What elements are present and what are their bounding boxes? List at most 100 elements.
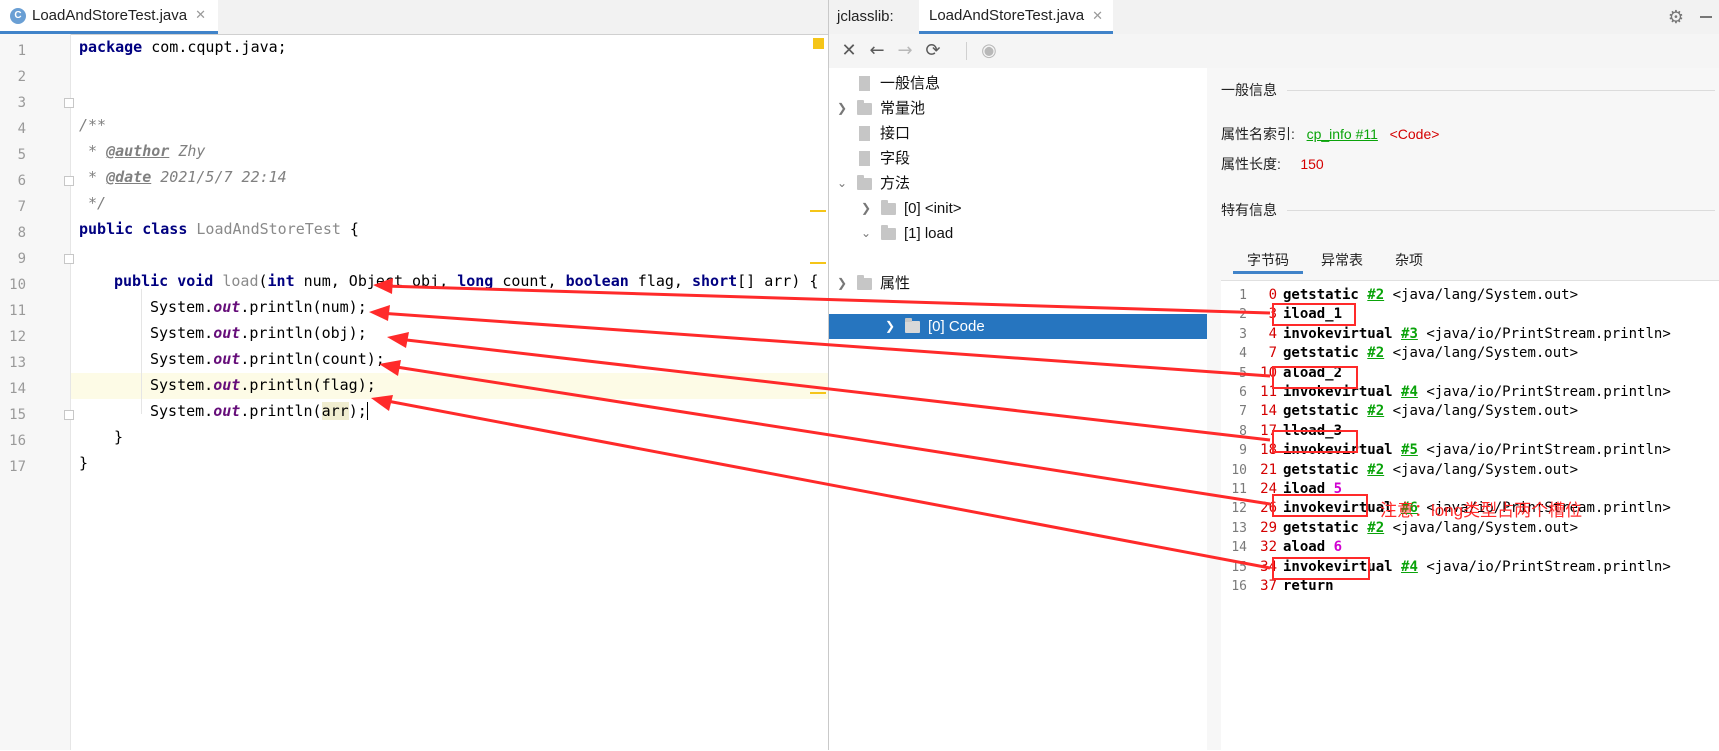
error-stripe-mark[interactable] <box>810 210 826 212</box>
attr-length-row: 属性长度: 150 <box>1221 156 1324 172</box>
document-icon <box>859 126 870 141</box>
java-class-icon: C <box>10 7 26 24</box>
line-number: 13 <box>9 355 26 371</box>
folder-icon <box>857 274 872 290</box>
line-number: 8 <box>17 225 26 241</box>
chevron-down-icon[interactable]: ⌄ <box>835 171 849 196</box>
fold-marker[interactable] <box>64 410 74 420</box>
constant-pool-ref-link[interactable]: #2 <box>1367 462 1384 478</box>
tree-item-general-info[interactable]: 一般信息 <box>835 71 940 96</box>
highlight-box-iload-5 <box>1272 494 1368 517</box>
jclasslib-tab-label: LoadAndStoreTest.java <box>929 7 1085 24</box>
constant-pool-ref-link[interactable]: #2 <box>1367 403 1384 419</box>
editor-tab-loadandstoretest[interactable]: C LoadAndStoreTest.java ✕ <box>0 0 219 34</box>
bytecode-row[interactable]: 10 21 getstatic #2 <java/lang/System.out> <box>1221 460 1578 481</box>
bytecode-row[interactable]: 3 4 invokevirtual #3 <java/io/PrintStream.… <box>1221 324 1671 345</box>
bytecode-line-number: 9 <box>1239 443 1247 459</box>
constant-pool-ref-link[interactable]: #3 <box>1401 326 1418 342</box>
class-structure-tree[interactable]: 一般信息 ❯ 常量池 接口 字段 ⌄ 方法 ❯ [0] <init> ⌄ [1] loa… <box>829 68 1208 750</box>
folder-icon <box>857 99 872 115</box>
bytecode-offset: 32 <box>1260 539 1277 556</box>
attr-length-value: 150 <box>1300 156 1324 172</box>
constant-pool-ref-link[interactable]: #4 <box>1401 559 1418 575</box>
folder-icon <box>905 317 920 333</box>
bytecode-operand: 6 <box>1333 539 1343 556</box>
code-line-16: } <box>79 454 89 472</box>
bytecode-comment: <java/lang/System.out> <box>1392 403 1579 420</box>
bytecode-row[interactable]: 4 7 getstatic #2 <java/lang/System.out> <box>1221 343 1578 364</box>
bytecode-comment: <java/io/PrintStream.println> <box>1426 442 1671 459</box>
code-area[interactable]: package com.cqupt.java; /** * @author Zh… <box>79 34 824 750</box>
bytecode-line-number: 15 <box>1231 559 1247 575</box>
close-icon[interactable]: ✕ <box>1092 8 1103 24</box>
bytecode-offset: 7 <box>1268 345 1277 362</box>
tree-item-interfaces[interactable]: 接口 <box>835 121 910 146</box>
bytecode-opcode: getstatic <box>1283 403 1359 420</box>
bytecode-row[interactable]: 7 14 getstatic #2 <java/lang/System.out> <box>1221 401 1578 422</box>
chevron-right-icon[interactable]: ❯ <box>835 96 849 121</box>
constant-pool-ref-link[interactable]: #5 <box>1401 442 1418 458</box>
highlight-box-aload-2 <box>1272 366 1358 389</box>
code-line-9: public void load(int num, Object obj, lo… <box>114 272 819 290</box>
tab-misc[interactable]: 杂项 <box>1381 246 1437 274</box>
code-line-7: public class LoadAndStoreTest { <box>79 220 359 238</box>
bytecode-comment: <java/lang/System.out> <box>1392 461 1579 478</box>
jclasslib-tab-file[interactable]: LoadAndStoreTest.java ✕ <box>919 0 1114 34</box>
line-number: 6 <box>17 173 26 189</box>
cp-info-link[interactable]: cp_info #11 <box>1307 126 1378 142</box>
bytecode-line-number: 4 <box>1239 346 1247 362</box>
bytecode-row[interactable]: 14 32 aload 6 <box>1221 537 1342 558</box>
line-number: 4 <box>17 121 26 137</box>
code-line-12: System.out.println(count); <box>150 350 385 368</box>
constant-pool-ref-link[interactable]: #4 <box>1401 384 1418 400</box>
tree-item-method-init[interactable]: ❯ [0] <init> <box>859 196 962 221</box>
bytecode-line-number: 10 <box>1231 462 1247 478</box>
chevron-down-icon[interactable]: ⌄ <box>859 221 873 246</box>
highlight-box-lload-3 <box>1272 430 1358 453</box>
attr-name-value: <Code> <box>1389 126 1440 142</box>
chevron-right-icon[interactable]: ❯ <box>859 196 873 221</box>
bytecode-line-number: 5 <box>1239 365 1247 381</box>
constant-pool-ref-link[interactable]: #2 <box>1367 520 1384 536</box>
editor-tab-bar: C LoadAndStoreTest.java ✕ <box>0 0 828 35</box>
line-number: 17 <box>9 459 26 475</box>
code-line-15: } <box>114 428 124 446</box>
fold-marker[interactable] <box>64 176 74 186</box>
gear-icon[interactable]: ⚙ <box>1666 7 1686 27</box>
chevron-right-icon[interactable]: ❯ <box>835 271 849 296</box>
forward-arrow-icon[interactable]: → <box>893 39 917 63</box>
globe-icon[interactable]: ◉ <box>977 39 1001 63</box>
highlight-box-iload-1 <box>1272 303 1356 326</box>
refresh-icon[interactable]: ⟳ <box>921 39 945 63</box>
error-stripe-mark[interactable] <box>810 262 826 264</box>
constant-pool-ref-link[interactable]: #2 <box>1367 345 1384 361</box>
back-arrow-icon[interactable]: ← <box>865 39 889 63</box>
tree-item-methods[interactable]: ⌄ 方法 <box>835 171 910 196</box>
close-icon[interactable]: ✕ <box>195 8 206 23</box>
tree-item-constant-pool[interactable]: ❯ 常量池 <box>835 96 925 121</box>
code-line-5: * @date 2021/5/7 22:14 <box>79 168 287 186</box>
error-stripe-mark[interactable] <box>810 392 826 394</box>
constant-pool-ref-link[interactable]: #2 <box>1367 287 1384 303</box>
bytecode-comment: <java/lang/System.out> <box>1392 345 1579 362</box>
bytecode-line-number: 3 <box>1239 326 1247 342</box>
tab-exception-table[interactable]: 异常表 <box>1307 246 1377 274</box>
line-number: 14 <box>9 381 26 397</box>
chevron-right-icon[interactable]: ❯ <box>883 314 897 339</box>
bytecode-opcode: aload <box>1283 539 1326 556</box>
minimize-icon[interactable] <box>1700 16 1712 18</box>
fold-marker[interactable] <box>64 254 74 264</box>
document-icon <box>859 76 870 91</box>
tree-item-fields[interactable]: 字段 <box>835 146 910 171</box>
line-number: 12 <box>9 329 26 345</box>
bytecode-line-number: 1 <box>1239 288 1247 303</box>
tree-item-attributes[interactable]: ❯ 属性 <box>835 271 910 296</box>
folder-icon <box>881 224 896 240</box>
fold-marker[interactable] <box>64 98 74 108</box>
tab-bytecode[interactable]: 字节码 <box>1233 246 1303 274</box>
tree-item-method-load[interactable]: ⌄ [1] load <box>859 221 953 246</box>
tree-item-code[interactable]: ❯ [0] Code <box>883 314 985 339</box>
close-icon[interactable]: ✕ <box>837 39 861 63</box>
code-editor[interactable]: C LoadAndStoreTest.java ✕ 1 2 3 4 5 6 7 8 9 10 11 1… <box>0 0 828 750</box>
warning-marker[interactable] <box>813 38 824 49</box>
